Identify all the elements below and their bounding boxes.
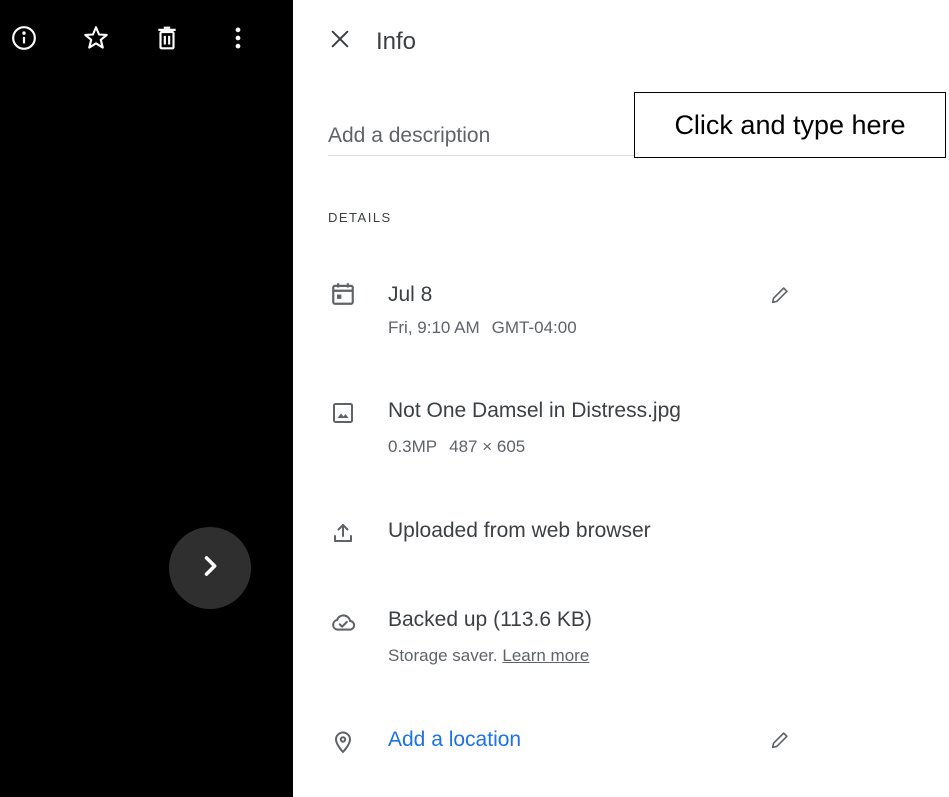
upload-source: Uploaded from web browser bbox=[388, 519, 651, 542]
photo-date: Jul 8 bbox=[388, 283, 433, 306]
delete-icon[interactable] bbox=[153, 24, 181, 52]
add-location-link[interactable]: Add a location bbox=[388, 728, 521, 752]
close-button[interactable] bbox=[327, 28, 353, 54]
photo-info-window: Info Click and type here DETAILS Jul 8 F… bbox=[0, 0, 949, 797]
upload-icon bbox=[329, 519, 357, 547]
next-photo-button[interactable] bbox=[169, 527, 251, 609]
learn-more-link[interactable]: Learn more bbox=[502, 646, 589, 665]
file-name: Not One Damsel in Distress.jpg bbox=[388, 399, 681, 422]
star-icon[interactable] bbox=[82, 24, 110, 52]
file-dimensions: 487 × 605 bbox=[449, 437, 526, 456]
edit-date-button[interactable] bbox=[767, 284, 793, 310]
click-and-type-callout: Click and type here bbox=[634, 92, 946, 158]
storage-info: Storage saver. Learn more bbox=[388, 646, 589, 666]
photo-timezone: GMT-04:00 bbox=[491, 318, 577, 337]
edit-icon bbox=[769, 729, 791, 756]
edit-icon bbox=[769, 284, 791, 311]
cloud-done-icon bbox=[329, 608, 357, 636]
more-vert-icon[interactable] bbox=[224, 24, 252, 52]
location-pin-icon bbox=[329, 728, 357, 756]
chevron-right-icon bbox=[196, 552, 224, 585]
calendar-icon bbox=[329, 280, 357, 308]
close-icon bbox=[329, 28, 351, 55]
photo-datetime: Fri, 9:10 AM GMT-04:00 bbox=[388, 318, 577, 338]
photo-viewer bbox=[0, 0, 293, 797]
info-panel: Info Click and type here DETAILS Jul 8 F… bbox=[293, 0, 949, 797]
edit-location-button[interactable] bbox=[767, 729, 793, 755]
file-info: 0.3MP 487 × 605 bbox=[388, 437, 525, 457]
image-icon bbox=[329, 399, 357, 427]
storage-saver-text: Storage saver. bbox=[388, 646, 498, 665]
photo-day-time: Fri, 9:10 AM bbox=[388, 318, 480, 337]
details-section-label: DETAILS bbox=[328, 210, 392, 225]
info-icon[interactable] bbox=[10, 24, 38, 52]
file-megapixels: 0.3MP bbox=[388, 437, 438, 456]
backup-status: Backed up (113.6 KB) bbox=[388, 608, 592, 631]
panel-title: Info bbox=[376, 28, 417, 55]
